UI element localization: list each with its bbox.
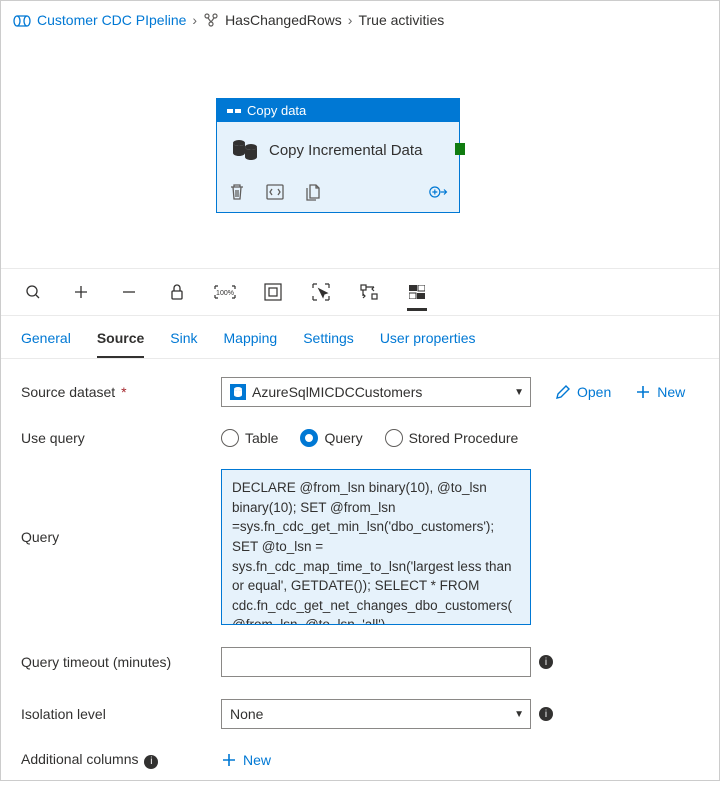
code-icon[interactable] [265, 182, 285, 202]
copy-icon[interactable] [303, 182, 323, 202]
breadcrumb-separator: › [348, 12, 353, 28]
lock-tool[interactable] [153, 275, 201, 309]
zoom-in-tool[interactable] [57, 275, 105, 309]
svg-text:100%: 100% [216, 290, 234, 297]
fit-tool[interactable] [249, 275, 297, 309]
source-dataset-dropdown[interactable]: AzureSqlMICDCCustomers ▼ [221, 377, 531, 407]
radio-table[interactable]: Table [221, 429, 278, 447]
source-dataset-label: Source dataset * [21, 384, 221, 400]
tab-general[interactable]: General [21, 330, 71, 358]
branch-icon [203, 11, 219, 28]
success-output-handle[interactable] [455, 143, 465, 155]
pipeline-icon [13, 12, 31, 28]
open-dataset-button[interactable]: Open [555, 384, 611, 400]
breadcrumb-mid: HasChangedRows [225, 12, 342, 28]
breadcrumb-leaf: True activities [358, 12, 444, 28]
align-tool[interactable] [345, 275, 393, 309]
info-icon[interactable]: i [539, 707, 553, 721]
info-icon[interactable]: i [144, 755, 158, 769]
query-timeout-label: Query timeout (minutes) [21, 654, 221, 670]
add-output-icon[interactable] [429, 182, 449, 202]
breadcrumb-separator: › [192, 12, 197, 28]
activity-title: Copy Incremental Data [269, 142, 422, 159]
radio-query[interactable]: Query [300, 429, 362, 447]
chevron-down-icon: ▼ [514, 387, 524, 398]
delete-icon[interactable] [227, 182, 247, 202]
isolation-level-dropdown[interactable]: None ▼ [221, 699, 531, 729]
layout-tool[interactable] [393, 275, 441, 309]
add-column-button[interactable]: New [221, 752, 271, 768]
property-tabs: General Source Sink Mapping Settings Use… [1, 316, 719, 359]
activity-node[interactable]: Copy data Copy Incremental Data [216, 98, 460, 213]
copy-data-icon [231, 138, 259, 162]
breadcrumb-root[interactable]: Customer CDC PIpeline [37, 12, 186, 28]
activity-actions [217, 176, 459, 212]
search-tool[interactable] [9, 275, 57, 309]
select-tool[interactable] [297, 275, 345, 309]
source-dataset-value: AzureSqlMICDCCustomers [252, 384, 422, 400]
source-panel: Source dataset * AzureSqlMICDCCustomers … [1, 359, 719, 799]
chevron-down-icon: ▼ [514, 709, 524, 720]
use-query-label: Use query [21, 430, 221, 446]
sql-dataset-icon [230, 384, 246, 400]
activity-header[interactable]: Copy data [217, 99, 459, 122]
tab-sink[interactable]: Sink [170, 330, 197, 358]
use-query-radios: Table Query Stored Procedure [221, 429, 518, 447]
additional-columns-label: Additional columns i [21, 751, 221, 769]
new-dataset-button[interactable]: New [635, 384, 685, 400]
isolation-level-label: Isolation level [21, 706, 221, 722]
zoom-100-tool[interactable]: 100% [201, 275, 249, 309]
breadcrumb: Customer CDC PIpeline › HasChangedRows ›… [1, 1, 719, 38]
info-icon[interactable]: i [539, 655, 553, 669]
tab-source[interactable]: Source [97, 330, 144, 358]
design-canvas[interactable]: Copy data Copy Incremental Data [1, 38, 719, 268]
tab-settings[interactable]: Settings [303, 330, 354, 358]
query-label: Query [21, 469, 221, 545]
zoom-out-tool[interactable] [105, 275, 153, 309]
canvas-toolbar: 100% [1, 268, 719, 316]
isolation-level-value: None [230, 706, 263, 722]
activity-type-label: Copy data [247, 103, 306, 118]
query-timeout-input[interactable] [221, 647, 531, 677]
tab-mapping[interactable]: Mapping [224, 330, 278, 358]
tab-user-properties[interactable]: User properties [380, 330, 476, 358]
radio-stored-procedure[interactable]: Stored Procedure [385, 429, 519, 447]
query-textarea[interactable]: DECLARE @from_lsn binary(10), @to_lsn bi… [221, 469, 531, 625]
activity-body[interactable]: Copy Incremental Data [217, 122, 459, 176]
